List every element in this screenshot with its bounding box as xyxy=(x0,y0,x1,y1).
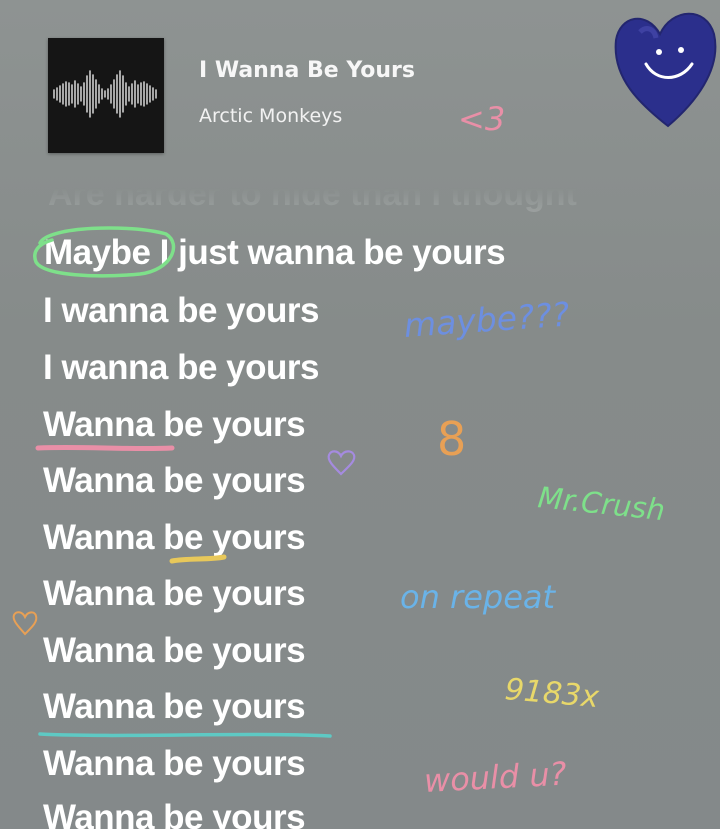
eight-note: 8 xyxy=(437,412,467,466)
teal-underline-mark xyxy=(38,732,332,738)
question-note: would u? xyxy=(423,754,568,800)
smiley-heart-sticker xyxy=(614,12,717,128)
purple-heart-doodle xyxy=(327,450,356,476)
orange-heart-doodle xyxy=(12,611,38,636)
pink-underline-mark xyxy=(35,444,175,452)
repeat-note: on repeat xyxy=(400,578,556,616)
maybe-circle-mark xyxy=(33,226,176,278)
doodle-layer xyxy=(12,12,717,738)
yellow-underline-mark xyxy=(169,554,227,564)
heart-note: <3 xyxy=(458,100,506,138)
